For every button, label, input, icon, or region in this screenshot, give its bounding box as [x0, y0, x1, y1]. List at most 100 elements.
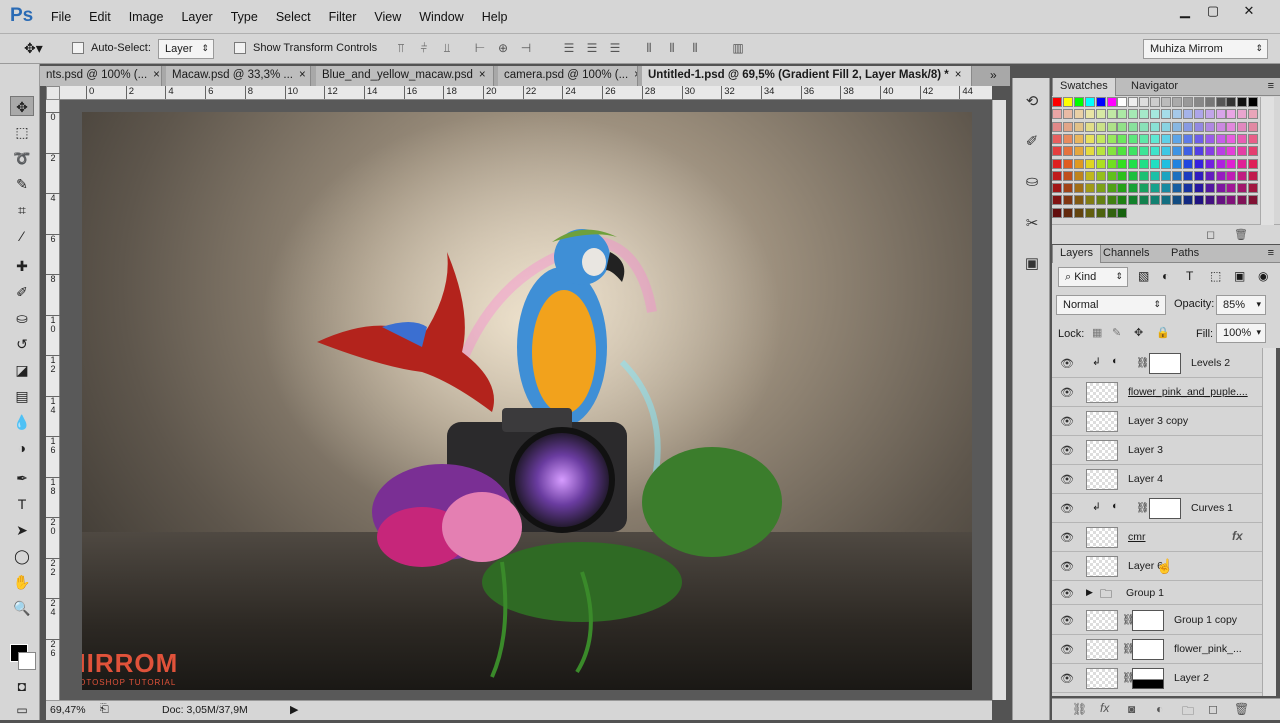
color-swatch[interactable]	[1182, 133, 1193, 144]
align-vcenter-icon[interactable]: ⫩	[417, 41, 431, 55]
distribute-bottom-icon[interactable]: ☰	[608, 41, 622, 55]
tab-swatches[interactable]: Swatches	[1052, 78, 1116, 96]
color-swatch[interactable]	[1062, 170, 1073, 181]
color-swatch[interactable]	[1117, 195, 1128, 206]
tab-channels[interactable]: Channels	[1096, 245, 1156, 263]
menu-window[interactable]: Window	[410, 10, 472, 24]
color-swatch[interactable]	[1171, 121, 1182, 132]
color-swatch[interactable]	[1150, 109, 1161, 120]
layer-row[interactable]: 👁 Layer 3 copy	[1052, 407, 1262, 436]
color-swatch[interactable]	[1226, 170, 1237, 181]
tab-nts[interactable]: nts.psd @ 100% (... ×	[40, 66, 162, 86]
canvas-area[interactable]: MIRROM PHOTOSHOP TUTORIAL	[60, 100, 992, 700]
color-swatch[interactable]	[1150, 158, 1161, 169]
filter-type-icon[interactable]: T	[1186, 269, 1193, 283]
color-swatch[interactable]	[1237, 133, 1248, 144]
character-panel-icon[interactable]: ▣	[1022, 254, 1042, 274]
color-swatch[interactable]	[1226, 133, 1237, 144]
color-swatch[interactable]	[1117, 183, 1128, 194]
close-tab-icon[interactable]: ×	[153, 69, 160, 81]
visibility-eye-icon[interactable]: 👁	[1060, 672, 1074, 685]
filter-shape-icon[interactable]: ⬚	[1210, 269, 1221, 283]
menu-help[interactable]: Help	[473, 10, 517, 24]
color-swatch[interactable]	[1237, 158, 1248, 169]
layer-mask-thumb[interactable]	[1132, 610, 1164, 631]
color-swatch[interactable]	[1106, 158, 1117, 169]
color-swatch[interactable]	[1084, 109, 1095, 120]
distribute-top-icon[interactable]: ☰	[562, 41, 576, 55]
layer-row[interactable]: 👁 ↲ ◐ ⛓ Curves 1	[1052, 494, 1262, 523]
color-swatch[interactable]	[1150, 195, 1161, 206]
color-swatch[interactable]	[1117, 170, 1128, 181]
color-swatch[interactable]	[1095, 133, 1106, 144]
color-swatch[interactable]	[1150, 183, 1161, 194]
color-swatch[interactable]	[1215, 109, 1226, 120]
layer-row[interactable]: 👁 ▶ 🗀 Group 1	[1052, 581, 1262, 605]
distribute-hcenter-icon[interactable]: ⦀	[665, 41, 679, 55]
ruler-origin[interactable]	[46, 86, 60, 100]
lock-transparent-icon[interactable]: ▦	[1092, 326, 1102, 339]
color-swatch[interactable]	[1248, 158, 1259, 169]
color-swatch[interactable]	[1062, 121, 1073, 132]
history-panel-icon[interactable]: ⟲	[1022, 92, 1042, 112]
color-swatch[interactable]	[1161, 158, 1171, 169]
color-swatch[interactable]	[1106, 207, 1117, 218]
color-swatch[interactable]	[1161, 121, 1171, 132]
color-swatch[interactable]	[1139, 195, 1150, 206]
color-swatch[interactable]	[1106, 97, 1117, 107]
panel-menu-icon[interactable]: ≡	[1268, 247, 1274, 259]
color-swatch[interactable]	[1171, 195, 1182, 206]
color-swatch[interactable]	[1161, 183, 1171, 194]
menu-image[interactable]: Image	[120, 10, 173, 24]
menu-filter[interactable]: Filter	[320, 10, 366, 24]
visibility-eye-icon[interactable]: 👁	[1060, 473, 1074, 486]
visibility-eye-icon[interactable]: 👁	[1060, 502, 1074, 515]
color-swatch[interactable]	[1237, 97, 1248, 107]
align-bottom-icon[interactable]: ⫫	[440, 41, 454, 55]
color-swatch[interactable]	[1193, 146, 1204, 157]
color-swatch[interactable]	[1062, 183, 1073, 194]
color-swatch[interactable]	[1128, 133, 1139, 144]
distribute-right-icon[interactable]: ⦀	[688, 41, 702, 55]
color-swatch[interactable]	[1052, 97, 1062, 107]
visibility-eye-icon[interactable]: 👁	[1060, 614, 1074, 627]
color-swatch[interactable]	[1150, 97, 1161, 107]
color-swatch[interactable]	[1106, 146, 1117, 157]
color-swatch[interactable]	[1182, 170, 1193, 181]
color-swatch[interactable]	[1095, 183, 1106, 194]
menu-type[interactable]: Type	[222, 10, 267, 24]
color-swatch[interactable]	[1182, 109, 1193, 120]
close-icon[interactable]: ✕	[1232, 0, 1266, 22]
visibility-eye-icon[interactable]: 👁	[1060, 386, 1074, 399]
color-swatch[interactable]	[1052, 133, 1062, 144]
tab-navigator[interactable]: Navigator	[1124, 78, 1185, 96]
color-swatch[interactable]	[1084, 97, 1095, 107]
color-swatch[interactable]	[1084, 146, 1095, 157]
clone-source-icon[interactable]: ⛀	[1022, 172, 1042, 192]
auto-select-dropdown[interactable]: Layer ⇕	[158, 39, 214, 59]
color-swatch[interactable]	[1128, 97, 1139, 107]
export-icon[interactable]: ⎗	[100, 703, 109, 716]
color-swatch[interactable]	[1193, 195, 1204, 206]
delete-layer-icon[interactable]: 🗑	[1234, 702, 1249, 716]
color-swatch[interactable]	[1237, 170, 1248, 181]
color-swatch[interactable]	[1248, 195, 1259, 206]
kind-filter-dropdown[interactable]: ⌕ Kind ⇕	[1058, 267, 1128, 287]
more-tabs-icon[interactable]: »	[990, 68, 997, 82]
color-swatch[interactable]	[1139, 121, 1150, 132]
color-swatch[interactable]	[1117, 109, 1128, 120]
tab-layers[interactable]: Layers	[1052, 245, 1102, 263]
color-swatch[interactable]	[1095, 207, 1106, 218]
color-swatch[interactable]	[1171, 97, 1182, 107]
layer-row[interactable]: 👁 ⛓ Group 1 copy	[1052, 606, 1262, 635]
color-swatch[interactable]	[1215, 183, 1226, 194]
color-swatch[interactable]	[1248, 183, 1259, 194]
layer-row[interactable]: 👁 ↲ ◐ ⛓ Levels 2	[1052, 349, 1262, 378]
color-swatch[interactable]	[1073, 183, 1084, 194]
color-swatch[interactable]	[1139, 133, 1150, 144]
color-swatch[interactable]	[1106, 195, 1117, 206]
color-swatch[interactable]	[1193, 158, 1204, 169]
color-swatch[interactable]	[1106, 121, 1117, 132]
color-swatch[interactable]	[1128, 121, 1139, 132]
color-swatch[interactable]	[1128, 109, 1139, 120]
